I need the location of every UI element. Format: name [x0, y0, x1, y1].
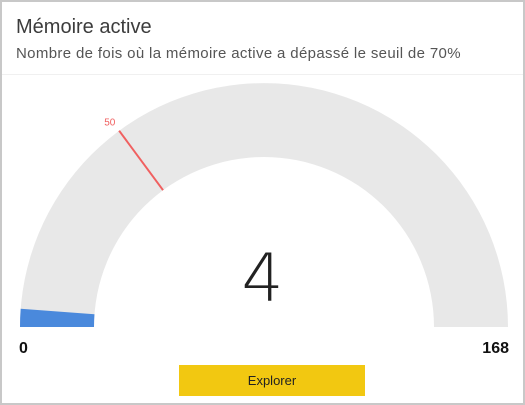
- explore-button[interactable]: Explorer: [179, 365, 365, 396]
- gauge-card: Mémoire active Nombre de fois où la mémo…: [0, 0, 525, 405]
- gauge-max-label: 168: [482, 340, 509, 357]
- gauge-value: 4: [241, 240, 284, 317]
- gauge-min-label: 0: [19, 340, 28, 357]
- gauge-target-label: 50: [104, 117, 116, 128]
